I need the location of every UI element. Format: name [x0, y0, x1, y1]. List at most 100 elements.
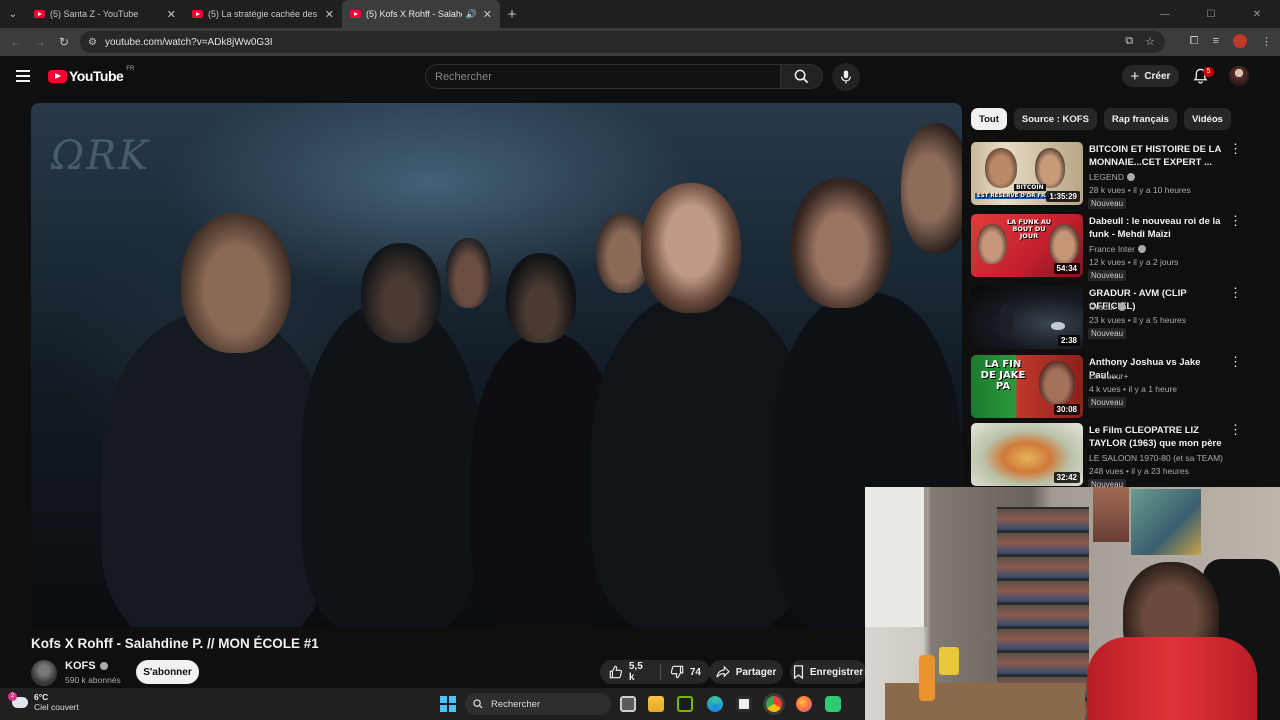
youtube-header: YouTube FR Rechercher + Créer: [0, 56, 1280, 98]
like-button[interactable]: 5,5 k: [600, 661, 660, 683]
video-thumbnail[interactable]: LA FUNK AU BOUT DU JOUR 54:34: [971, 214, 1083, 277]
tab-close-icon[interactable]: ✕: [325, 8, 334, 21]
video-frame-figure: [181, 213, 291, 353]
recommendation-item[interactable]: 32:42 Le Film CLEOPATRE LIZ TAYLOR (1963…: [971, 423, 1242, 490]
forward-icon[interactable]: →: [28, 35, 52, 49]
more-options-icon[interactable]: ⋮: [1229, 355, 1242, 368]
weather-widget[interactable]: 2 6°C Ciel couvert: [8, 692, 79, 713]
video-thumbnail[interactable]: 32:42: [971, 423, 1083, 486]
close-window-icon[interactable]: ✕: [1234, 9, 1280, 20]
create-button[interactable]: + Créer: [1122, 65, 1179, 87]
video-player[interactable]: ΩRK: [31, 103, 962, 627]
profile-icon[interactable]: [1233, 34, 1247, 48]
search-button[interactable]: [781, 64, 823, 89]
video-thumbnail[interactable]: LA FIN DE JAKE PA 30:08: [971, 355, 1083, 418]
media-icon[interactable]: ≡: [1213, 35, 1219, 47]
video-frame-figure: [901, 123, 962, 253]
firefox-icon[interactable]: [796, 696, 812, 712]
app-icon[interactable]: [825, 696, 841, 712]
reload-icon[interactable]: ↻: [52, 35, 76, 49]
nvidia-icon[interactable]: [677, 696, 693, 712]
thumbnail-text: EST RÉSERVE D'OR FRA: [975, 193, 1052, 199]
store-icon[interactable]: [736, 696, 752, 712]
video-frame-figure: [101, 313, 331, 627]
video-duration: 2:38: [1057, 335, 1080, 346]
notification-count-badge: 5: [1203, 67, 1214, 77]
tab-title: (5) Santa Z - YouTube: [50, 9, 139, 19]
save-button[interactable]: Enregistrer: [790, 660, 866, 684]
extensions-icon[interactable]: ⧠: [1190, 35, 1199, 48]
more-options-icon[interactable]: ⋮: [1229, 214, 1242, 227]
recommendation-channel[interactable]: LEGEND: [1089, 172, 1135, 182]
subscribe-button[interactable]: S'abonner: [136, 660, 199, 684]
search-input[interactable]: Rechercher: [425, 64, 781, 89]
taskbar-search[interactable]: Rechercher: [465, 693, 611, 715]
recommendation-channel[interactable]: LE SALOON 1970-80 (et sa TEAM): [1089, 453, 1223, 463]
install-icon[interactable]: ⧉: [1125, 35, 1133, 48]
tab-close-icon[interactable]: ✕: [483, 8, 492, 21]
recommendation-meta: 4 k vues • il y a 1 heure: [1089, 384, 1178, 394]
thumbnail-text: BITCOIN: [1014, 184, 1046, 191]
dislike-button[interactable]: 74: [661, 665, 710, 679]
windows-start-icon[interactable]: [440, 696, 456, 712]
tab-title: (5) La stratégie cachée des "Me: [208, 9, 319, 19]
user-avatar[interactable]: [1229, 66, 1249, 86]
new-tab-icon[interactable]: +: [500, 6, 524, 23]
maximize-icon[interactable]: ☐: [1188, 9, 1234, 20]
recommendation-title[interactable]: Dabeull : le nouveau roi de la funk - Me…: [1089, 215, 1227, 241]
bookmark-icon: [793, 665, 803, 679]
tab-search-icon[interactable]: ⌄: [0, 0, 26, 28]
more-options-icon[interactable]: ⋮: [1229, 286, 1242, 299]
recommendation-item[interactable]: LA FUNK AU BOUT DU JOUR 54:34 Dabeull : …: [971, 214, 1242, 281]
back-icon[interactable]: ←: [4, 35, 28, 49]
chip-rap-francais[interactable]: Rap français: [1103, 108, 1177, 130]
recommendation-item[interactable]: BITCOIN EST RÉSERVE D'OR FRA 1:35:29 BIT…: [971, 142, 1242, 209]
chip-source-kofs[interactable]: Source : KOFS: [1013, 108, 1097, 130]
video-thumbnail[interactable]: BITCOIN EST RÉSERVE D'OR FRA 1:35:29: [971, 142, 1083, 205]
star-icon[interactable]: ☆: [1145, 35, 1155, 48]
video-frame-figure: [506, 253, 576, 343]
share-button[interactable]: Partager: [709, 660, 783, 684]
new-badge: Nouveau: [1088, 270, 1127, 281]
thumbnail-text: LA FUNK AU BOUT DU JOUR: [1007, 218, 1052, 240]
browser-tab[interactable]: (5) Santa Z - YouTube ✕: [26, 0, 184, 28]
minimize-icon[interactable]: —: [1142, 9, 1188, 20]
more-options-icon[interactable]: ⋮: [1229, 423, 1242, 436]
address-bar[interactable]: ⚙ youtube.com/watch?v=ADk8jWw0G3I ⧉ ☆: [80, 31, 1165, 53]
recommendation-title[interactable]: Le Film CLEOPATRE LIZ TAYLOR (1963) que …: [1089, 424, 1227, 450]
browser-tab[interactable]: (5) La stratégie cachée des "Me ✕: [184, 0, 342, 28]
logo-wordmark: YouTube: [69, 68, 124, 84]
task-view-icon[interactable]: [620, 696, 636, 712]
chevron-right-icon[interactable]: ›: [1214, 111, 1218, 126]
menu-icon[interactable]: [16, 70, 30, 85]
more-options-icon[interactable]: ⋮: [1229, 142, 1242, 155]
voice-search-button[interactable]: [832, 63, 860, 91]
video-thumbnail[interactable]: 2:38: [971, 286, 1083, 349]
recommendation-meta: 12 k vues • il y a 2 jours: [1089, 257, 1179, 267]
speaker-icon[interactable]: 🔊: [466, 9, 477, 20]
recommendation-item[interactable]: LA FIN DE JAKE PA 30:08 Anthony Joshua v…: [971, 355, 1242, 419]
recommendation-title[interactable]: BITCOIN ET HISTOIRE DE LA MONNAIE...CET …: [1089, 143, 1227, 169]
recommendation-meta: 23 k vues • il y a 5 heures: [1089, 315, 1186, 325]
recommendation-channel[interactable]: France Inter: [1089, 244, 1146, 254]
microphone-icon: [841, 70, 851, 84]
poster: [1093, 487, 1129, 542]
browser-tab-active[interactable]: (5) Kofs X Rohff - Salahdine 🔊 ✕: [342, 0, 500, 28]
channel-avatar[interactable]: [31, 660, 57, 686]
chip-all[interactable]: Tout: [971, 108, 1007, 130]
tab-close-icon[interactable]: ✕: [167, 8, 176, 21]
tune-icon[interactable]: ⚙: [88, 37, 97, 48]
edge-icon[interactable]: [707, 696, 723, 712]
new-badge: Nouveau: [1088, 328, 1127, 339]
recommendation-channel[interactable]: Gradur: [1089, 302, 1127, 312]
recommendation-channel[interactable]: La Sueur+: [1089, 371, 1128, 381]
bottle: [919, 655, 935, 701]
recommendation-item[interactable]: 2:38 GRADUR - AVM (CLIP OFFICIEL) Gradur…: [971, 286, 1242, 350]
chrome-icon[interactable]: [766, 696, 782, 712]
youtube-logo[interactable]: YouTube FR: [48, 66, 134, 84]
chip-videos[interactable]: Vidéos: [1183, 108, 1231, 130]
kebab-icon[interactable]: ⋮: [1261, 35, 1272, 48]
file-explorer-icon[interactable]: [648, 696, 664, 712]
channel-name[interactable]: KOFS: [65, 660, 108, 672]
taskbar: 2 6°C Ciel couvert Rechercher: [0, 688, 865, 720]
